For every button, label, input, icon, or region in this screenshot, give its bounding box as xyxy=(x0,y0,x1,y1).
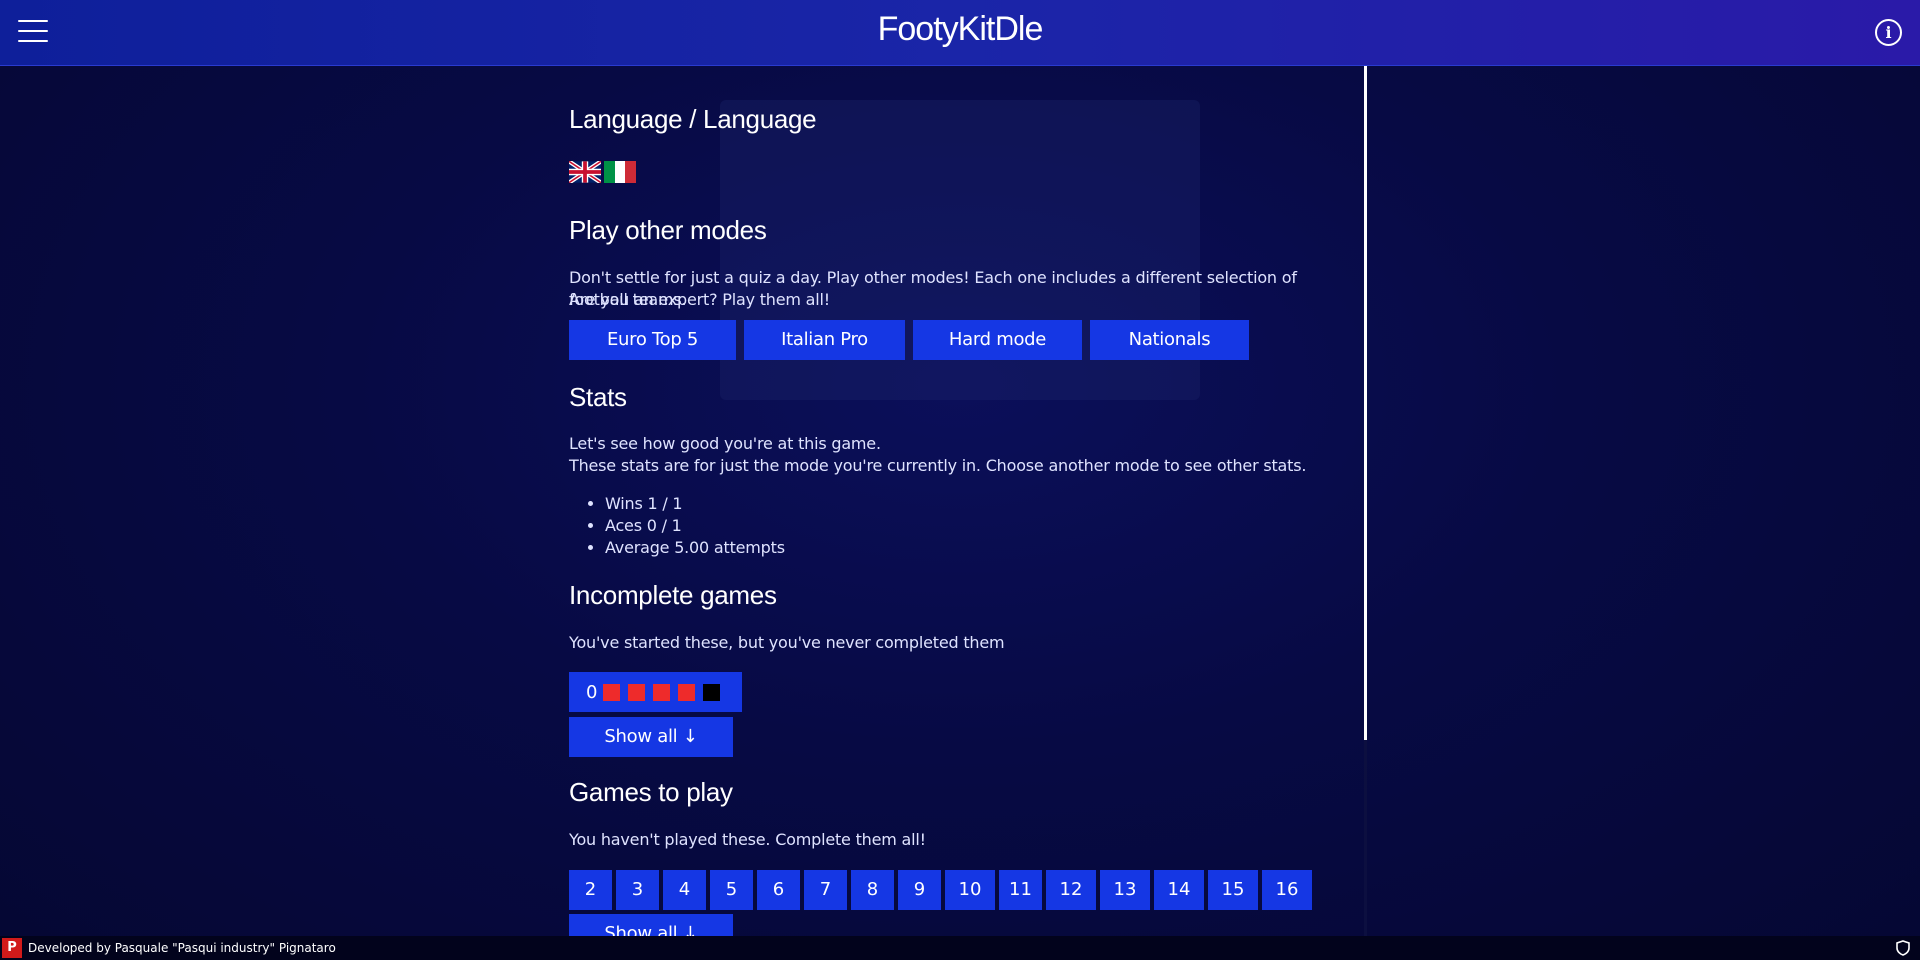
game-10-button[interactable]: 10 xyxy=(945,870,995,910)
developer-logo[interactable]: P xyxy=(2,938,22,958)
attempt-square xyxy=(603,683,621,701)
games-to-play-description: You haven't played these. Complete them … xyxy=(569,830,926,849)
game-4-button[interactable]: 4 xyxy=(663,870,706,910)
mode-nationals-button[interactable]: Nationals xyxy=(1090,320,1249,360)
attempt-square xyxy=(653,683,671,701)
app-logo[interactable]: FootyKitDle xyxy=(0,10,1920,49)
game-12-button[interactable]: 12 xyxy=(1046,870,1096,910)
developer-credit[interactable]: Developed by Pasquale "Pasqui industry" … xyxy=(28,941,336,955)
info-circle-icon[interactable]: i xyxy=(1875,19,1902,46)
top-bar: FootyKitDle i xyxy=(0,0,1920,66)
game-3-button[interactable]: 3 xyxy=(616,870,659,910)
italy-flag-icon[interactable] xyxy=(604,161,636,183)
stats-list: Wins 1 / 1 Aces 0 / 1 Average 5.00 attem… xyxy=(605,493,785,559)
modes-title: Play other modes xyxy=(569,215,767,245)
game-8-button[interactable]: 8 xyxy=(851,870,894,910)
stats-description-line1: Let's see how good you're at this game. xyxy=(569,434,881,453)
game-6-button[interactable]: 6 xyxy=(757,870,800,910)
incomplete-game-button[interactable]: 0 xyxy=(569,672,742,712)
games-show-all-button[interactable]: Show all ↓ xyxy=(569,914,733,936)
footer-bar: P Developed by Pasquale "Pasqui industry… xyxy=(0,936,1920,960)
game-2-button[interactable]: 2 xyxy=(569,870,612,910)
incomplete-description: You've started these, but you've never c… xyxy=(569,633,1005,652)
attempt-square xyxy=(703,683,721,701)
incomplete-show-all-button[interactable]: Show all ↓ xyxy=(569,717,733,757)
attempt-square xyxy=(628,683,646,701)
mode-hard-button[interactable]: Hard mode xyxy=(913,320,1082,360)
game-14-button[interactable]: 14 xyxy=(1154,870,1204,910)
games-to-play-title: Games to play xyxy=(569,777,733,807)
game-11-button[interactable]: 11 xyxy=(999,870,1042,910)
game-16-button[interactable]: 16 xyxy=(1262,870,1312,910)
game-9-button[interactable]: 9 xyxy=(898,870,941,910)
language-title: Language / Language xyxy=(569,104,817,134)
incomplete-game-number: 0 xyxy=(586,681,598,703)
stats-title: Stats xyxy=(569,382,627,412)
attempt-square xyxy=(678,683,696,701)
stats-description-line2: These stats are for just the mode you're… xyxy=(569,456,1307,475)
mode-euro-top-5-button[interactable]: Euro Top 5 xyxy=(569,320,736,360)
game-5-button[interactable]: 5 xyxy=(710,870,753,910)
stat-average: Average 5.00 attempts xyxy=(605,537,785,559)
game-15-button[interactable]: 15 xyxy=(1208,870,1258,910)
incomplete-title: Incomplete games xyxy=(569,580,777,610)
mode-italian-pro-button[interactable]: Italian Pro xyxy=(744,320,905,360)
scrollbar-track[interactable] xyxy=(1364,740,1367,936)
language-flags xyxy=(569,161,636,183)
shield-icon[interactable] xyxy=(1896,940,1910,956)
modes-description-line2: Are you an expert? Play them all! xyxy=(569,290,830,309)
uk-flag-icon[interactable] xyxy=(569,161,601,183)
stat-wins: Wins 1 / 1 xyxy=(605,493,785,515)
game-13-button[interactable]: 13 xyxy=(1100,870,1150,910)
stat-aces: Aces 0 / 1 xyxy=(605,515,785,537)
game-7-button[interactable]: 7 xyxy=(804,870,847,910)
scrollbar-thumb[interactable] xyxy=(1364,66,1367,740)
